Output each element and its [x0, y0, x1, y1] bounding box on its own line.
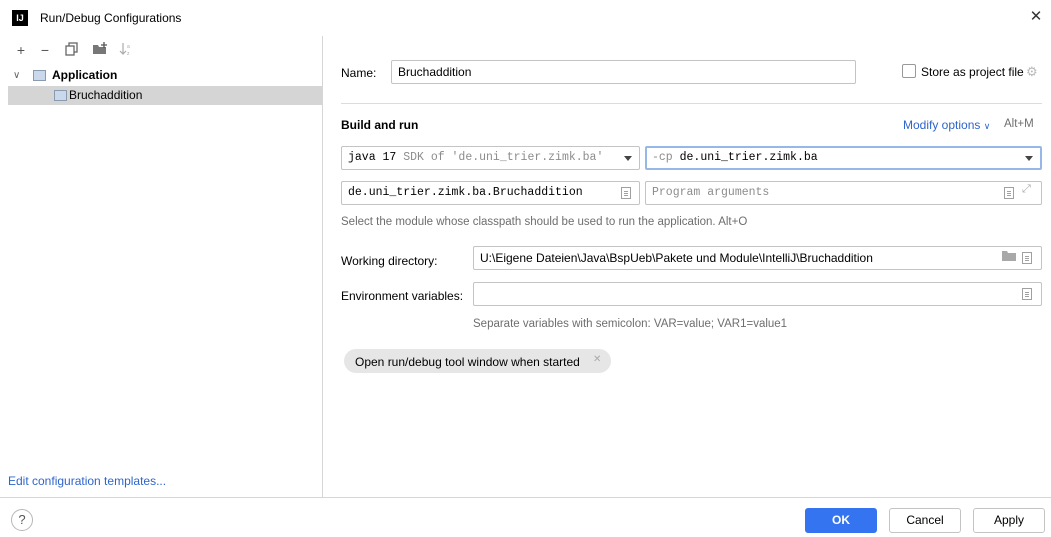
name-label: Name:: [341, 66, 377, 80]
dropdown-arrow-icon[interactable]: [624, 156, 632, 161]
edit-environment-icon[interactable]: [1022, 288, 1032, 300]
tree-item-label: Application: [52, 68, 118, 82]
edit-configuration-templates-link[interactable]: Edit configuration templates...: [8, 474, 166, 488]
apply-button[interactable]: Apply: [973, 508, 1045, 533]
help-button[interactable]: ?: [11, 509, 33, 531]
store-as-project-file-checkbox[interactable]: [902, 64, 916, 78]
cp-prefix: -cp: [652, 151, 673, 164]
section-divider: [341, 103, 1042, 104]
environment-variables-label: Environment variables:: [341, 289, 464, 303]
browse-class-icon[interactable]: [621, 187, 631, 199]
window-title: Run/Debug Configurations: [40, 11, 182, 25]
working-directory-label: Working directory:: [341, 254, 438, 268]
modify-options-link[interactable]: Modify options ∨: [903, 118, 990, 132]
tree-item-bruchaddition[interactable]: Bruchaddition: [8, 86, 322, 105]
bottom-divider: [0, 497, 1051, 498]
tree-item-label: Bruchaddition: [69, 88, 143, 102]
dropdown-arrow-icon[interactable]: [1025, 156, 1033, 161]
jre-detail: SDK of 'de.uni_trier.zimk.ba': [403, 151, 604, 164]
program-arguments-field[interactable]: Program arguments: [645, 181, 1042, 205]
application-config-icon: [33, 70, 46, 81]
panel-divider[interactable]: [322, 36, 323, 497]
main-class-field[interactable]: de.uni_trier.zimk.ba.Bruchaddition: [341, 181, 640, 205]
chevron-down-icon: ∨: [983, 121, 991, 131]
working-directory-field[interactable]: U:\Eigene Dateien\Java\BspUeb\Pakete und…: [473, 246, 1042, 270]
section-title: Build and run: [341, 118, 419, 132]
folder-icon[interactable]: [1002, 250, 1016, 265]
environment-variables-field[interactable]: [473, 282, 1042, 306]
intellij-logo-icon: IJ: [12, 10, 28, 26]
jre-value: java 17: [348, 151, 397, 164]
module-hint: Select the module whose classpath should…: [341, 216, 748, 228]
cancel-button[interactable]: Cancel: [889, 508, 961, 533]
gear-icon[interactable]: ⚙: [1026, 64, 1038, 80]
remove-option-icon[interactable]: ✕: [593, 354, 601, 365]
add-icon[interactable]: +: [13, 42, 29, 58]
ok-button[interactable]: OK: [805, 508, 877, 533]
tree-item-application[interactable]: ∨ Application: [8, 66, 322, 85]
cp-value: de.uni_trier.zimk.ba: [679, 151, 818, 164]
modify-options-shortcut: Alt+M: [1004, 118, 1034, 130]
modify-options-label: Modify options: [903, 118, 981, 132]
store-as-project-file-label: Store as project file: [921, 65, 1024, 79]
insert-macro-icon[interactable]: [1004, 187, 1014, 199]
configuration-tree-panel: [8, 36, 322, 497]
copy-icon[interactable]: [64, 42, 80, 58]
option-tag-label: Open run/debug tool window when started: [355, 355, 580, 369]
classpath-module-dropdown[interactable]: -cp de.uni_trier.zimk.ba: [645, 146, 1042, 170]
expand-icon[interactable]: ⤢: [1022, 183, 1031, 196]
application-config-icon: [54, 90, 67, 101]
jre-dropdown[interactable]: java 17 SDK of 'de.uni_trier.zimk.ba': [341, 146, 640, 170]
svg-text:z: z: [127, 51, 130, 56]
insert-macro-icon[interactable]: [1022, 252, 1032, 264]
environment-hint: Separate variables with semicolon: VAR=v…: [473, 318, 788, 330]
sort-icon[interactable]: az: [118, 42, 134, 58]
svg-text:a: a: [127, 44, 130, 50]
chevron-down-icon[interactable]: ∨: [13, 66, 20, 85]
name-field[interactable]: Bruchaddition: [391, 60, 856, 84]
new-folder-icon[interactable]: [92, 42, 108, 58]
close-icon[interactable]: ✕: [1028, 8, 1044, 26]
remove-icon[interactable]: −: [37, 42, 53, 58]
